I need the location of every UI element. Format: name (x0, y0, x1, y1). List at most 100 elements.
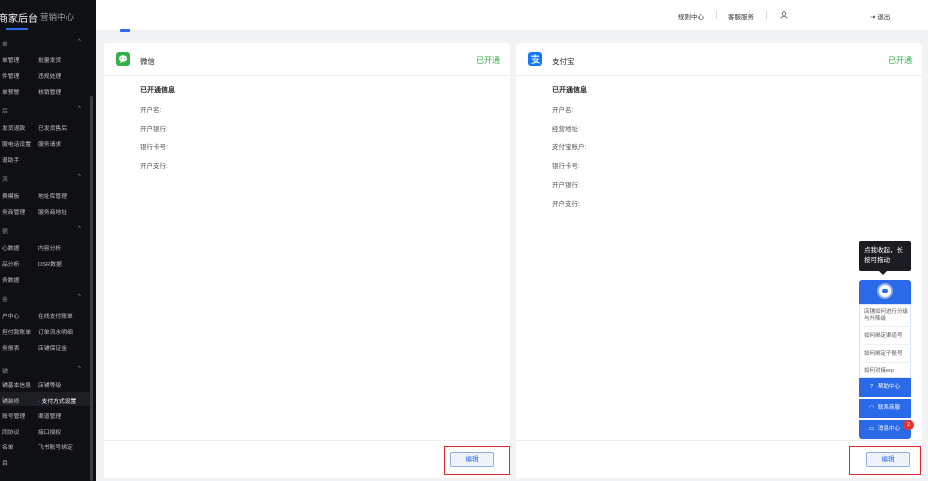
sidebar-item[interactable]: 内容分析 (38, 243, 61, 252)
alipay-field-branch: 开户支行: (552, 201, 580, 208)
top-bar: 规则中心 客服服务 ⇥ 退出 (96, 0, 928, 32)
alipay-field-bank: 开户银行: (552, 182, 580, 189)
sidebar-item[interactable]: 地址库管理 (38, 191, 67, 200)
sidebar-category[interactable]: 单 (2, 39, 8, 48)
sidebar-item[interactable]: 务报表 (2, 343, 19, 352)
robot-icon (877, 283, 893, 299)
sidebar-item[interactable]: 品分析 (2, 259, 19, 268)
sidebar-scrollbar[interactable] (90, 96, 93, 481)
sidebar-item[interactable]: 飞书账号绑定 (38, 442, 73, 451)
sidebar-item[interactable]: 担付款账单 (2, 327, 31, 336)
alipay-status-badge: 已开通 (888, 56, 912, 65)
sidebar-item[interactable]: 批量发货 (38, 55, 61, 64)
alipay-section-title: 已开通信息 (552, 87, 587, 94)
tab-marketing-center[interactable]: 营销中心 (40, 11, 74, 23)
alipay-title: 支付宝 (552, 57, 575, 66)
sidebar-category[interactable]: 后 (2, 106, 8, 115)
sidebar-item[interactable]: 服务请求 (38, 139, 61, 148)
sidebar-item[interactable]: 心数据 (2, 243, 19, 252)
sidebar-category[interactable]: 据 (2, 226, 8, 235)
sidebar-item[interactable]: 店铺等级 (38, 380, 61, 389)
sidebar-item[interactable]: 铺装修 (2, 396, 19, 405)
contact-service-label: 联系商服 (878, 405, 901, 411)
sidebar-category[interactable]: 流 (2, 174, 8, 183)
collapse-caret-icon[interactable]: ^ (78, 366, 81, 372)
sidebar-item-label: 支付方式设置 (41, 399, 77, 405)
sidebar-item[interactable]: 渠道管理 (38, 411, 61, 420)
sidebar-item[interactable]: 发货退款 (2, 123, 25, 132)
sidebar-item[interactable]: 核销管理 (38, 87, 61, 96)
sidebar-item[interactable]: 户中心 (2, 311, 19, 320)
divider (863, 362, 909, 363)
sidebar-item[interactable]: 务商管理 (2, 207, 25, 216)
alipay-field-account-name: 开户名: (552, 107, 574, 114)
logout-button[interactable]: ⇥ 退出 (870, 11, 890, 21)
wechat-status-badge: 已开通 (476, 56, 500, 65)
sidebar-item[interactable]: 服务商地址 (38, 207, 67, 216)
sidebar-item[interactable]: 接口授权 (38, 427, 61, 436)
customer-service-link[interactable]: 客服服务 (728, 11, 754, 21)
collapse-caret-icon[interactable]: ^ (78, 226, 81, 232)
faq-item[interactable]: 如何绑定子账号 (864, 351, 910, 358)
wechat-field-bank: 开户银行: (140, 126, 168, 133)
helper-widget[interactable]: 店铺如何进行分级与升降级 如何绑定渠道号 如何绑定子账号 如何对接erp ? 帮助… (859, 280, 914, 440)
help-center-button[interactable]: ? 帮助中心 (859, 378, 911, 397)
divider (716, 11, 717, 19)
wechat-icon (116, 52, 130, 66)
faq-item[interactable]: 如何对接erp (864, 368, 910, 375)
message-icon: ▭ (868, 426, 875, 432)
sidebar-category[interactable]: 铺 (2, 366, 8, 375)
collapse-caret-icon[interactable]: ^ (78, 294, 81, 300)
sidebar-item[interactable]: 账号管理 (2, 411, 25, 420)
helper-faq-list: 店铺如何进行分级与升降级 如何绑定渠道号 如何绑定子账号 如何对接erp (859, 304, 911, 378)
active-tab-indicator (6, 28, 28, 30)
sidebar-item[interactable]: 退助手 (2, 155, 19, 164)
sidebar-item[interactable]: 已发货售后 (38, 123, 67, 132)
wechat-title: 微信 (140, 57, 155, 66)
sidebar-item[interactable]: 单管理 (2, 55, 19, 64)
alipay-icon (528, 52, 542, 66)
sidebar-item[interactable]: 目 (2, 458, 8, 467)
divider (863, 326, 909, 327)
faq-item[interactable]: 如何绑定渠道号 (864, 333, 910, 340)
sidebar-item[interactable]: 务数据 (2, 275, 19, 284)
sidebar-item[interactable]: DSR数据 (38, 259, 62, 268)
sidebar-item[interactable]: 同协议 (2, 427, 19, 436)
sidebar-item[interactable]: 在线支付账单 (38, 311, 73, 320)
faq-item[interactable]: 店铺如何进行分级与升降级 (864, 309, 910, 323)
sidebar-category[interactable]: 金 (2, 294, 8, 303)
sidebar-item[interactable]: 名单 (2, 442, 14, 451)
alipay-field-account: 支付宝账户: (552, 144, 587, 151)
user-icon[interactable] (780, 11, 788, 21)
collapse-caret-icon[interactable]: ^ (78, 39, 81, 45)
sidebar-item[interactable]: 违规处理 (38, 71, 61, 80)
sidebar-item-active[interactable]: › 支付方式设置 (38, 396, 76, 405)
sidebar-item[interactable]: 服电话设置 (2, 139, 31, 148)
brand-title[interactable]: 商家后台 (0, 10, 38, 25)
sidebar-item[interactable]: 订单流水明细 (38, 327, 73, 336)
wechat-card-footer-divider (104, 440, 510, 441)
sidebar-item[interactable]: 费模板 (2, 191, 19, 200)
alipay-card-header: 支付宝 已开通 (516, 43, 922, 76)
wechat-section-title: 已开通信息 (140, 87, 175, 94)
collapse-caret-icon[interactable]: ^ (78, 106, 81, 112)
alipay-card-footer-divider (516, 440, 922, 441)
wechat-card: 微信 已开通 已开通信息 开户名: 开户银行: 银行卡号: 开户支行: 编辑 (104, 43, 510, 478)
sidebar-item[interactable]: 件管理 (2, 71, 19, 80)
sidebar: 商家后台 营销中心 单单管理 批量发货件管理 违规处理单预警 核销管理后发货退款 已发货… (0, 0, 96, 481)
wechat-field-card-number: 银行卡号: (140, 144, 168, 151)
headset-icon: ◠ (869, 405, 874, 411)
collapse-caret-icon[interactable]: ^ (78, 174, 81, 180)
help-icon: ? (869, 384, 874, 390)
help-center-label: 帮助中心 (878, 384, 901, 390)
helper-header[interactable] (859, 280, 911, 304)
sidebar-item[interactable]: 店铺保证金 (38, 343, 67, 352)
rules-center-link[interactable]: 规则中心 (678, 11, 704, 21)
sidebar-item[interactable]: 铺基本信息 (2, 380, 31, 389)
page-tab-indicator (120, 29, 130, 32)
sidebar-item[interactable]: 单预警 (2, 87, 19, 96)
helper-tooltip: 点我收起，长按可拖动 (859, 241, 911, 275)
wechat-field-account-name: 开户名: (140, 107, 162, 114)
message-count-badge: 2 (903, 420, 914, 430)
contact-service-button[interactable]: ◠ 联系商服 (859, 399, 911, 418)
